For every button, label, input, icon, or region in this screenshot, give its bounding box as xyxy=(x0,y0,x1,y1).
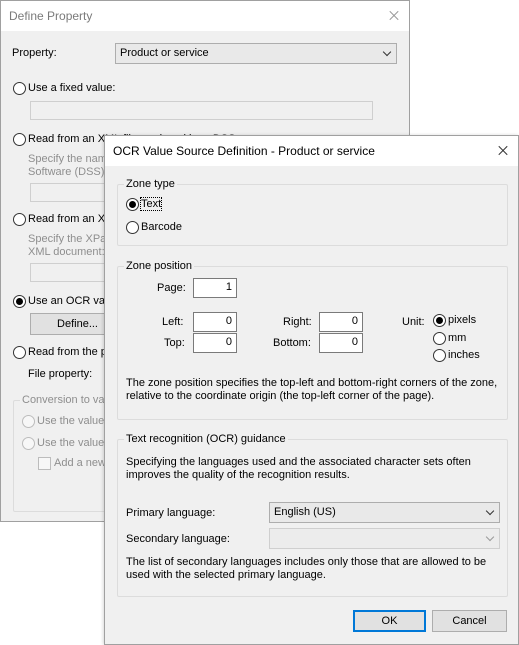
page-input[interactable]: 1 xyxy=(193,278,237,298)
top-input[interactable]: 0 xyxy=(193,333,237,353)
primary-language-label: Primary language: xyxy=(126,507,216,519)
read-from-property-radio[interactable] xyxy=(13,346,26,359)
fixed-value-input[interactable] xyxy=(30,101,373,120)
unit-mm-label: mm xyxy=(448,332,467,344)
secondary-note-line1: The list of secondary languages includes… xyxy=(126,556,487,568)
unit-inches-label: inches xyxy=(448,349,480,361)
text-radio[interactable] xyxy=(126,198,139,211)
ok-button[interactable]: OK xyxy=(353,610,426,632)
zone-position-group-title: Zone position xyxy=(124,260,195,272)
unit-pixels-label: pixels xyxy=(448,314,477,326)
ocr-definition-title: OCR Value Source Definition - Product or… xyxy=(113,144,375,158)
unit-pixels-radio[interactable] xyxy=(433,314,446,327)
conversion-group-title: Conversion to val xyxy=(20,394,109,406)
use-value-label-1: Use the value xyxy=(37,415,105,427)
fixed-value-label: Use a fixed value: xyxy=(28,82,116,94)
close-icon[interactable] xyxy=(379,1,409,31)
zone-description-line1: The zone position specifies the top-left… xyxy=(126,377,498,389)
left-label: Left: xyxy=(162,316,184,328)
primary-language-value: English (US) xyxy=(274,506,336,518)
barcode-radio-label: Barcode xyxy=(141,221,182,233)
fixed-value-radio[interactable] xyxy=(13,82,26,95)
file-property-label: File property: xyxy=(28,368,93,380)
secondary-note-line2: used with the selected primary language. xyxy=(126,569,326,581)
ocr-definition-dialog: OCR Value Source Definition - Product or… xyxy=(104,135,519,645)
cancel-button[interactable]: Cancel xyxy=(432,610,507,632)
property-label: Property: xyxy=(12,47,57,59)
chevron-down-icon xyxy=(485,532,495,542)
ocr-definition-titlebar: OCR Value Source Definition - Product or… xyxy=(105,136,518,166)
top-label: Top: xyxy=(164,337,185,349)
primary-language-select[interactable]: English (US) xyxy=(269,502,500,523)
use-value-label-2: Use the value xyxy=(37,437,105,449)
zone-description-line2: relative to the coordinate origin (the t… xyxy=(126,390,435,402)
ocr-value-radio[interactable] xyxy=(13,295,26,308)
add-new-label: Add a new xyxy=(54,457,106,469)
page-label: Page: xyxy=(157,282,186,294)
property-select-value: Product or service xyxy=(120,47,209,59)
ocr-value-label: Use an OCR valu xyxy=(28,295,114,307)
zone-type-group-title: Zone type xyxy=(124,178,177,190)
unit-inches-radio[interactable] xyxy=(433,349,446,362)
dss-hint-line2: Software (DSS): xyxy=(28,166,108,178)
property-select[interactable]: Product or service xyxy=(115,43,397,64)
use-value-radio-1[interactable] xyxy=(22,415,35,428)
unit-mm-radio[interactable] xyxy=(433,332,446,345)
secondary-language-select[interactable] xyxy=(269,528,500,549)
left-input[interactable]: 0 xyxy=(193,312,237,332)
bottom-input[interactable]: 0 xyxy=(319,333,363,353)
ocr-guidance-group-title: Text recognition (OCR) guidance xyxy=(124,433,288,445)
chevron-down-icon xyxy=(485,506,495,516)
read-from-property-label: Read from the p xyxy=(28,346,107,358)
unit-label: Unit: xyxy=(402,316,425,328)
xpath-hint-line1: Specify the XPat xyxy=(28,233,110,245)
text-radio-label: Text xyxy=(139,197,163,211)
dss-hint-line1: Specify the name xyxy=(28,153,113,165)
xpath-hint-line2: XML document: xyxy=(28,246,105,258)
right-label: Right: xyxy=(283,316,312,328)
define-property-titlebar: Define Property xyxy=(1,1,409,31)
secondary-language-label: Secondary language: xyxy=(126,533,230,545)
zone-type-group: Zone type xyxy=(117,178,508,246)
barcode-radio[interactable] xyxy=(126,221,139,234)
use-value-radio-2[interactable] xyxy=(22,437,35,450)
chevron-down-icon xyxy=(382,47,392,57)
ocr-description-line2: improves the quality of the recognition … xyxy=(126,469,350,481)
right-input[interactable]: 0 xyxy=(319,312,363,332)
close-icon[interactable] xyxy=(488,136,518,166)
bottom-label: Bottom: xyxy=(273,337,311,349)
xml-file-radio[interactable] xyxy=(13,133,26,146)
define-property-title: Define Property xyxy=(9,9,93,23)
ocr-description-line1: Specifying the languages used and the as… xyxy=(126,456,471,468)
xpath-radio[interactable] xyxy=(13,213,26,226)
add-new-checkbox[interactable] xyxy=(38,457,51,470)
